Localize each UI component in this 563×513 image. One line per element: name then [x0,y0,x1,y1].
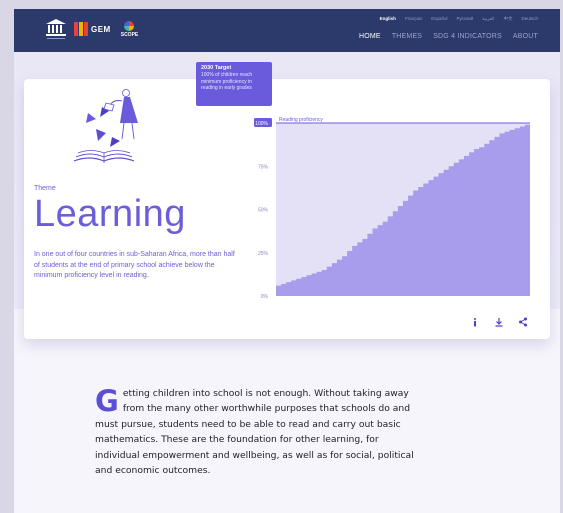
nav-home[interactable]: HOME [359,33,381,40]
chart-step-1 [281,284,286,296]
chart-step-4 [296,279,301,296]
chart-step-30 [428,180,433,296]
chart-step-47 [515,128,520,296]
nav-about[interactable]: ABOUT [513,33,538,40]
download-button[interactable] [494,317,504,327]
target-tooltip: 2030 Target 100% of children reach minim… [196,62,272,106]
lang-german[interactable]: Deutsch [521,16,538,22]
y-tick-label: 0% [261,294,269,300]
nav-sdg4-indicators[interactable]: SDG 4 INDICATORS [433,33,502,40]
page-title: Learning [34,193,186,235]
chart-step-11 [332,263,337,296]
language-switcher: English Français Español Русский العربية… [380,16,538,22]
main-nav: HOME THEMES SDG 4 INDICATORS ABOUT [359,33,538,40]
y-tick-label: 100% [255,121,268,127]
chart-step-28 [418,187,423,296]
chart-step-33 [444,170,449,296]
chart-step-9 [322,270,327,296]
chart-step-26 [408,196,413,296]
chart-step-17 [362,239,367,296]
logo-group: GEM SCOPE [44,17,138,41]
chart-step-5 [301,277,306,296]
chart-step-14 [347,251,352,296]
tooltip-body: 100% of children reach minimum proficien… [201,72,253,91]
chart-step-43 [494,137,499,296]
chart-step-27 [413,190,418,296]
chart-step-16 [357,242,362,296]
chart-step-6 [306,275,311,296]
chart-step-2 [286,282,291,296]
chart-step-48 [520,126,525,296]
reading-proficiency-chart[interactable]: Reading proficiency 0% 25% 50% 75% 100% [230,113,536,303]
lang-chinese[interactable]: 中文 [503,16,512,22]
chart-step-40 [479,147,484,296]
chart-step-46 [510,130,515,296]
chart-step-45 [505,132,510,296]
article-text: etting children into school is not enoug… [95,388,414,477]
lang-arabic[interactable]: العربية [482,16,494,22]
top-navbar: GEM SCOPE English Français Español Русск… [14,9,560,52]
scope-logo-text: SCOPE [120,31,139,38]
chart-step-25 [403,201,408,296]
y-tick-label: 50% [258,208,269,214]
theme-description: In one out of four countries in sub-Saha… [34,251,235,279]
chart-step-38 [469,152,474,296]
chart-step-36 [459,159,464,296]
chart-step-35 [454,163,459,296]
lang-english[interactable]: English [380,16,396,22]
share-icon [519,317,527,327]
lang-french[interactable]: Français [405,16,422,22]
chart-step-41 [484,144,489,296]
chart-step-42 [489,140,494,296]
y-tick-label: 25% [258,251,269,257]
article-intro: G etting children into school is not eno… [95,386,425,478]
chart-step-12 [337,260,342,296]
tooltip-title: 2030 Target [201,65,232,71]
theme-card: Theme Learning In one out of four countr… [24,79,550,339]
chart-step-29 [423,184,428,296]
page: GEM SCOPE English Français Español Русск… [14,9,560,513]
nav-themes[interactable]: THEMES [392,33,422,40]
gem-mark-icon [74,22,88,36]
scope-circle-icon [124,20,135,31]
reading-illustration-icon [73,89,138,163]
chart-step-39 [474,149,479,296]
gem-logo[interactable]: GEM [74,22,111,36]
chart-step-49 [525,125,530,296]
scope-logo[interactable]: SCOPE [120,20,139,38]
chart-step-20 [378,225,383,296]
theme-label: Theme [34,185,56,192]
chart-step-34 [449,166,454,296]
chart-step-31 [433,177,438,296]
chart-step-19 [373,229,378,296]
info-icon [474,318,476,327]
chart-step-37 [464,156,469,296]
chart-step-22 [388,216,393,296]
chart-step-0 [276,286,281,296]
chart-step-18 [367,234,372,296]
y-tick-label: 75% [258,164,269,170]
chart-step-10 [327,267,332,296]
share-button[interactable] [518,317,528,327]
chart-step-13 [342,256,347,296]
chart-step-7 [312,274,317,296]
lang-russian[interactable]: Русский [456,16,473,22]
article-dropcap: G [95,384,119,418]
chart-step-23 [393,211,398,296]
chart-step-24 [398,206,403,296]
chart-step-44 [500,133,505,296]
download-icon [495,318,503,327]
chart-step-8 [317,272,322,296]
chart-step-21 [383,222,388,296]
chart-step-15 [352,246,357,296]
chart-step-3 [291,280,296,296]
gem-logo-text: GEM [91,24,111,34]
info-button[interactable] [470,317,480,327]
reference-line-label: Reading proficiency [279,117,323,123]
unesco-logo[interactable] [44,17,68,41]
card-actions [470,317,528,327]
lang-spanish[interactable]: Español [431,16,447,22]
chart-step-32 [439,173,444,296]
